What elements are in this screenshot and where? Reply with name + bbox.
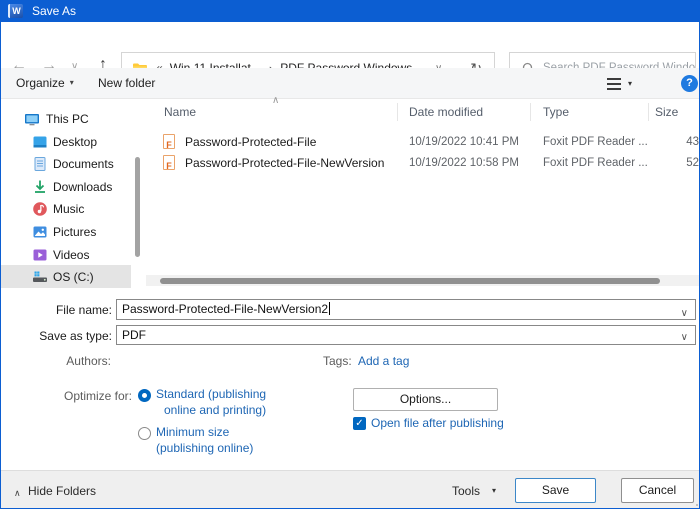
tools-caret-icon: ▾ (492, 486, 497, 495)
sidebar-item-label: Downloads (53, 180, 113, 194)
open-file-label[interactable]: Open file after publishing (371, 416, 504, 430)
file-name-value: Password-Protected-File-NewVersion2 (122, 302, 329, 316)
document-icon (34, 157, 46, 171)
sidebar-item-this-pc[interactable]: This PC (24, 108, 89, 130)
file-type-cell: Foxit PDF Reader ... (543, 136, 648, 148)
title-bar: W Save As (1, 0, 699, 22)
chevron-down-icon[interactable]: ∨ (681, 304, 688, 323)
sidebar-item-downloads[interactable]: Downloads (32, 176, 112, 198)
column-header-type[interactable]: Type (543, 105, 569, 119)
column-divider[interactable] (397, 103, 398, 121)
radio-minimum-label-line2[interactable]: (publishing online) (156, 441, 253, 455)
sidebar-scrollbar[interactable] (135, 157, 140, 257)
view-caret-icon[interactable]: ▾ (628, 79, 632, 88)
file-date-cell: 10/19/2022 10:58 PM (409, 157, 519, 169)
word-app-icon: W (8, 4, 23, 18)
radio-standard-label-line1[interactable]: Standard (publishing (156, 387, 266, 401)
hide-folders-caret-icon: ∧ (14, 488, 21, 498)
view-list-icon[interactable] (607, 78, 621, 90)
authors-label: Authors: (66, 354, 111, 368)
footer-bar: ∧ Hide Folders Tools ▾ Save Cancel (1, 470, 699, 508)
column-header-size[interactable]: Size (655, 105, 678, 119)
help-button[interactable]: ? (681, 75, 698, 92)
save-as-type-value: PDF (122, 328, 146, 342)
file-size-cell: 52 (686, 157, 699, 169)
file-name-label: File name: (55, 303, 112, 317)
file-name-input[interactable]: Password-Protected-File-NewVersion2 ∨ (116, 299, 696, 320)
file-name-cell: Password-Protected-File-NewVersion (185, 156, 385, 170)
resize-grip[interactable] (696, 504, 698, 506)
hard-drive-icon (33, 271, 47, 282)
tags-label: Tags: (323, 354, 352, 368)
text-caret (329, 302, 331, 315)
checkmark-icon: ✓ (355, 418, 364, 429)
save-as-type-select[interactable]: PDF ∨ (116, 325, 696, 345)
sidebar-item-label: Pictures (53, 225, 97, 239)
radio-minimum-size[interactable] (138, 427, 151, 440)
music-note-icon (33, 202, 47, 216)
pdf-file-icon: F (163, 134, 175, 150)
sidebar-item-label: Documents (53, 157, 114, 171)
table-row[interactable]: F Password-Protected-File-NewVersion 10/… (146, 153, 699, 174)
organize-caret-icon: ▾ (69, 78, 74, 87)
download-arrow-icon (35, 180, 45, 193)
file-type-cell: Foxit PDF Reader ... (543, 157, 648, 169)
sidebar-item-label: Videos (53, 248, 90, 262)
sidebar-item-label: OS (C:) (53, 270, 94, 284)
options-button[interactable]: Options... (353, 388, 498, 411)
table-row[interactable]: F Password-Protected-File 10/19/2022 10:… (146, 132, 699, 153)
save-as-type-label: Save as type: (39, 329, 112, 343)
save-as-dialog: W Save As ← → ∨ ↑ « Win 11 Installat... … (0, 0, 700, 509)
pdf-file-icon: F (163, 155, 175, 171)
tools-button[interactable]: Tools (452, 484, 480, 498)
sidebar-item-music[interactable]: Music (32, 198, 84, 220)
column-header-name[interactable]: Name (164, 105, 196, 119)
horizontal-scrollbar-thumb[interactable] (160, 278, 660, 284)
sort-ascending-icon[interactable]: ∧ (272, 95, 279, 106)
hide-folders-button[interactable]: Hide Folders (28, 484, 96, 498)
column-header-date-modified[interactable]: Date modified (409, 105, 483, 119)
new-folder-button[interactable]: New folder (98, 76, 155, 90)
radio-standard[interactable] (138, 389, 151, 402)
column-divider[interactable] (648, 103, 649, 121)
file-date-cell: 10/19/2022 10:41 PM (409, 136, 519, 148)
sidebar-item-label: Music (53, 202, 85, 216)
video-play-icon (33, 249, 47, 261)
organize-button[interactable]: Organize ▾ (16, 76, 74, 90)
optimize-for-label: Optimize for: (63, 389, 132, 403)
sidebar-item-os-c[interactable]: OS (C:) (32, 266, 94, 288)
horizontal-scrollbar-track[interactable] (146, 275, 699, 286)
sidebar-item-documents[interactable]: Documents (32, 153, 114, 175)
file-name-cell: Password-Protected-File (185, 135, 317, 149)
sidebar-item-label: Desktop (53, 135, 98, 149)
chevron-down-icon[interactable]: ∨ (681, 329, 688, 347)
add-a-tag-link[interactable]: Add a tag (358, 354, 409, 368)
sidebar-item-videos[interactable]: Videos (32, 244, 89, 266)
file-size-cell: 43 (686, 136, 699, 148)
cancel-button[interactable]: Cancel (621, 478, 694, 503)
window-title: Save As (32, 4, 77, 18)
sidebar-item-label: This PC (46, 112, 89, 126)
pictures-icon (33, 226, 47, 238)
save-button[interactable]: Save (515, 478, 596, 503)
open-file-checkbox[interactable]: ✓ (353, 417, 366, 430)
command-toolbar: Organize ▾ New folder ▾ ? (1, 68, 699, 99)
sidebar-item-pictures[interactable]: Pictures (32, 221, 96, 243)
navigation-bar: ← → ∨ ↑ « Win 11 Installat... › PDF Pass… (1, 22, 699, 84)
desktop-icon (33, 136, 47, 148)
radio-minimum-label-line1[interactable]: Minimum size (156, 425, 229, 439)
monitor-icon (25, 114, 39, 126)
radio-standard-label-line2[interactable]: online and printing) (164, 403, 266, 417)
column-divider[interactable] (530, 103, 531, 121)
sidebar-item-desktop[interactable]: Desktop (32, 131, 97, 153)
